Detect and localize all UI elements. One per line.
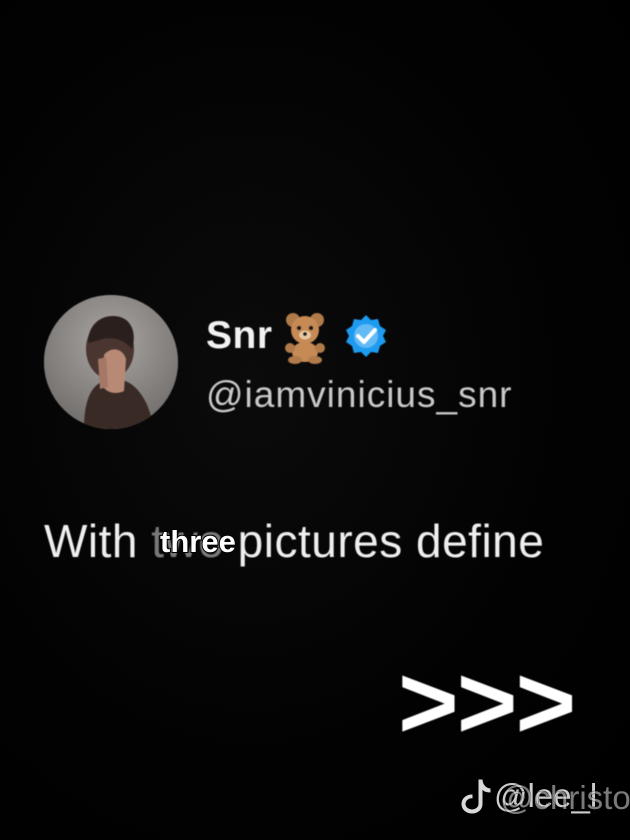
name-row: Snr <box>206 308 512 364</box>
video-frame: Snr @iamvinicius_snr With two pictures d… <box>0 0 630 840</box>
verified-badge-icon <box>345 315 386 357</box>
tweet-text-start: With <box>44 515 152 567</box>
avatar[interactable] <box>44 295 178 429</box>
tiktok-watermark: @lee_l @christopl <box>458 776 630 817</box>
tiktok-icon <box>460 778 492 815</box>
tweet-identity: Snr @iamvinicius_snr <box>206 308 512 416</box>
tweet-text-end: pictures define <box>224 515 545 567</box>
arrows-glyph: >>> <box>398 645 576 761</box>
watermark-handle-overlap: @christopl <box>499 779 630 817</box>
teddy-bear-icon <box>284 313 325 364</box>
tweet-text: With two pictures define <box>44 514 544 568</box>
display-name[interactable]: Snr <box>206 314 273 358</box>
caption-overlay: three <box>159 523 237 560</box>
avatar-photo <box>44 295 178 429</box>
username-handle[interactable]: @iamvinicius_snr <box>206 374 512 416</box>
tweet-header: Snr @iamvinicius_snr <box>44 294 512 430</box>
